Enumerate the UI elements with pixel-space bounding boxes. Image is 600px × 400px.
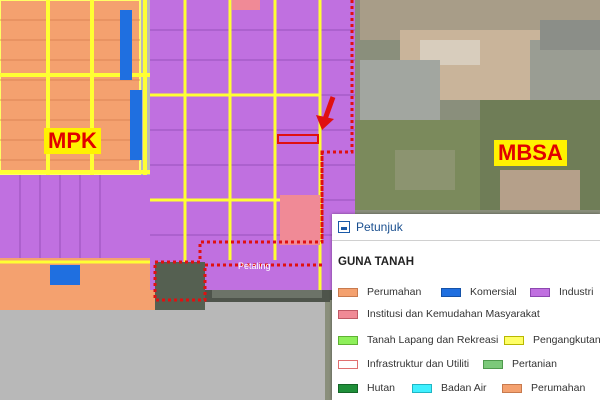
legend-title: Petunjuk [356,220,403,234]
legend-item-komersial: Komersial [441,286,517,298]
swatch [483,359,503,369]
legend-item-hutan: Hutan [338,382,395,394]
swatch [502,383,522,393]
legend-panel: Petunjuk GUNA TANAH Perumahan Komersial … [332,214,600,400]
legend-item-label: Industri [559,286,594,298]
legend-item-label: Institusi dan Kemudahan Masyarakat [367,308,540,320]
legend-item-label: Pertanian [512,358,557,370]
legend-item-label: Infrastruktur dan Utiliti [367,358,470,370]
legend-item-label: Tanah Lapang dan Rekreasi [367,334,499,346]
legend-icon [338,221,350,233]
legend-item-tanah-lapang: Tanah Lapang dan Rekreasi [338,334,498,346]
legend-item-pengangkutan: Pengangkutan [504,334,600,346]
legend-item-label: Pengangkutan [533,334,600,346]
legend-item-label: Komersial [470,286,517,298]
mpk-label: MPK [44,128,101,155]
swatch [338,309,358,319]
legend-item-pertanian: Pertanian [483,358,557,370]
legend-item-institusi: Institusi dan Kemudahan Masyarakat [338,308,540,320]
legend-section-title: GUNA TANAH [338,256,415,268]
legend-item-perumahan-2: Perumahan [502,382,585,394]
legend-item-label: Perumahan [367,286,422,298]
swatch [412,383,432,393]
mbsa-label: MBSA [494,140,567,167]
legend-item-label: Badan Air [441,382,487,394]
legend-item-label: Perumahan [531,382,586,394]
swatch [338,383,358,393]
legend-item-label: Hutan [367,382,396,394]
swatch [441,287,461,297]
swatch [530,287,550,297]
swatch [338,359,358,369]
legend-item-badan-air: Badan Air [412,382,487,394]
legend-item-infrastruktur: Infrastruktur dan Utiliti [338,358,469,370]
swatch [338,335,358,345]
legend-item-perumahan: Perumahan [338,286,421,298]
swatch [338,287,358,297]
legend-header: Petunjuk [332,214,600,241]
legend-item-industri: Industri [530,286,593,298]
road-label-petaling: Petaling [238,261,271,271]
swatch [504,335,524,345]
